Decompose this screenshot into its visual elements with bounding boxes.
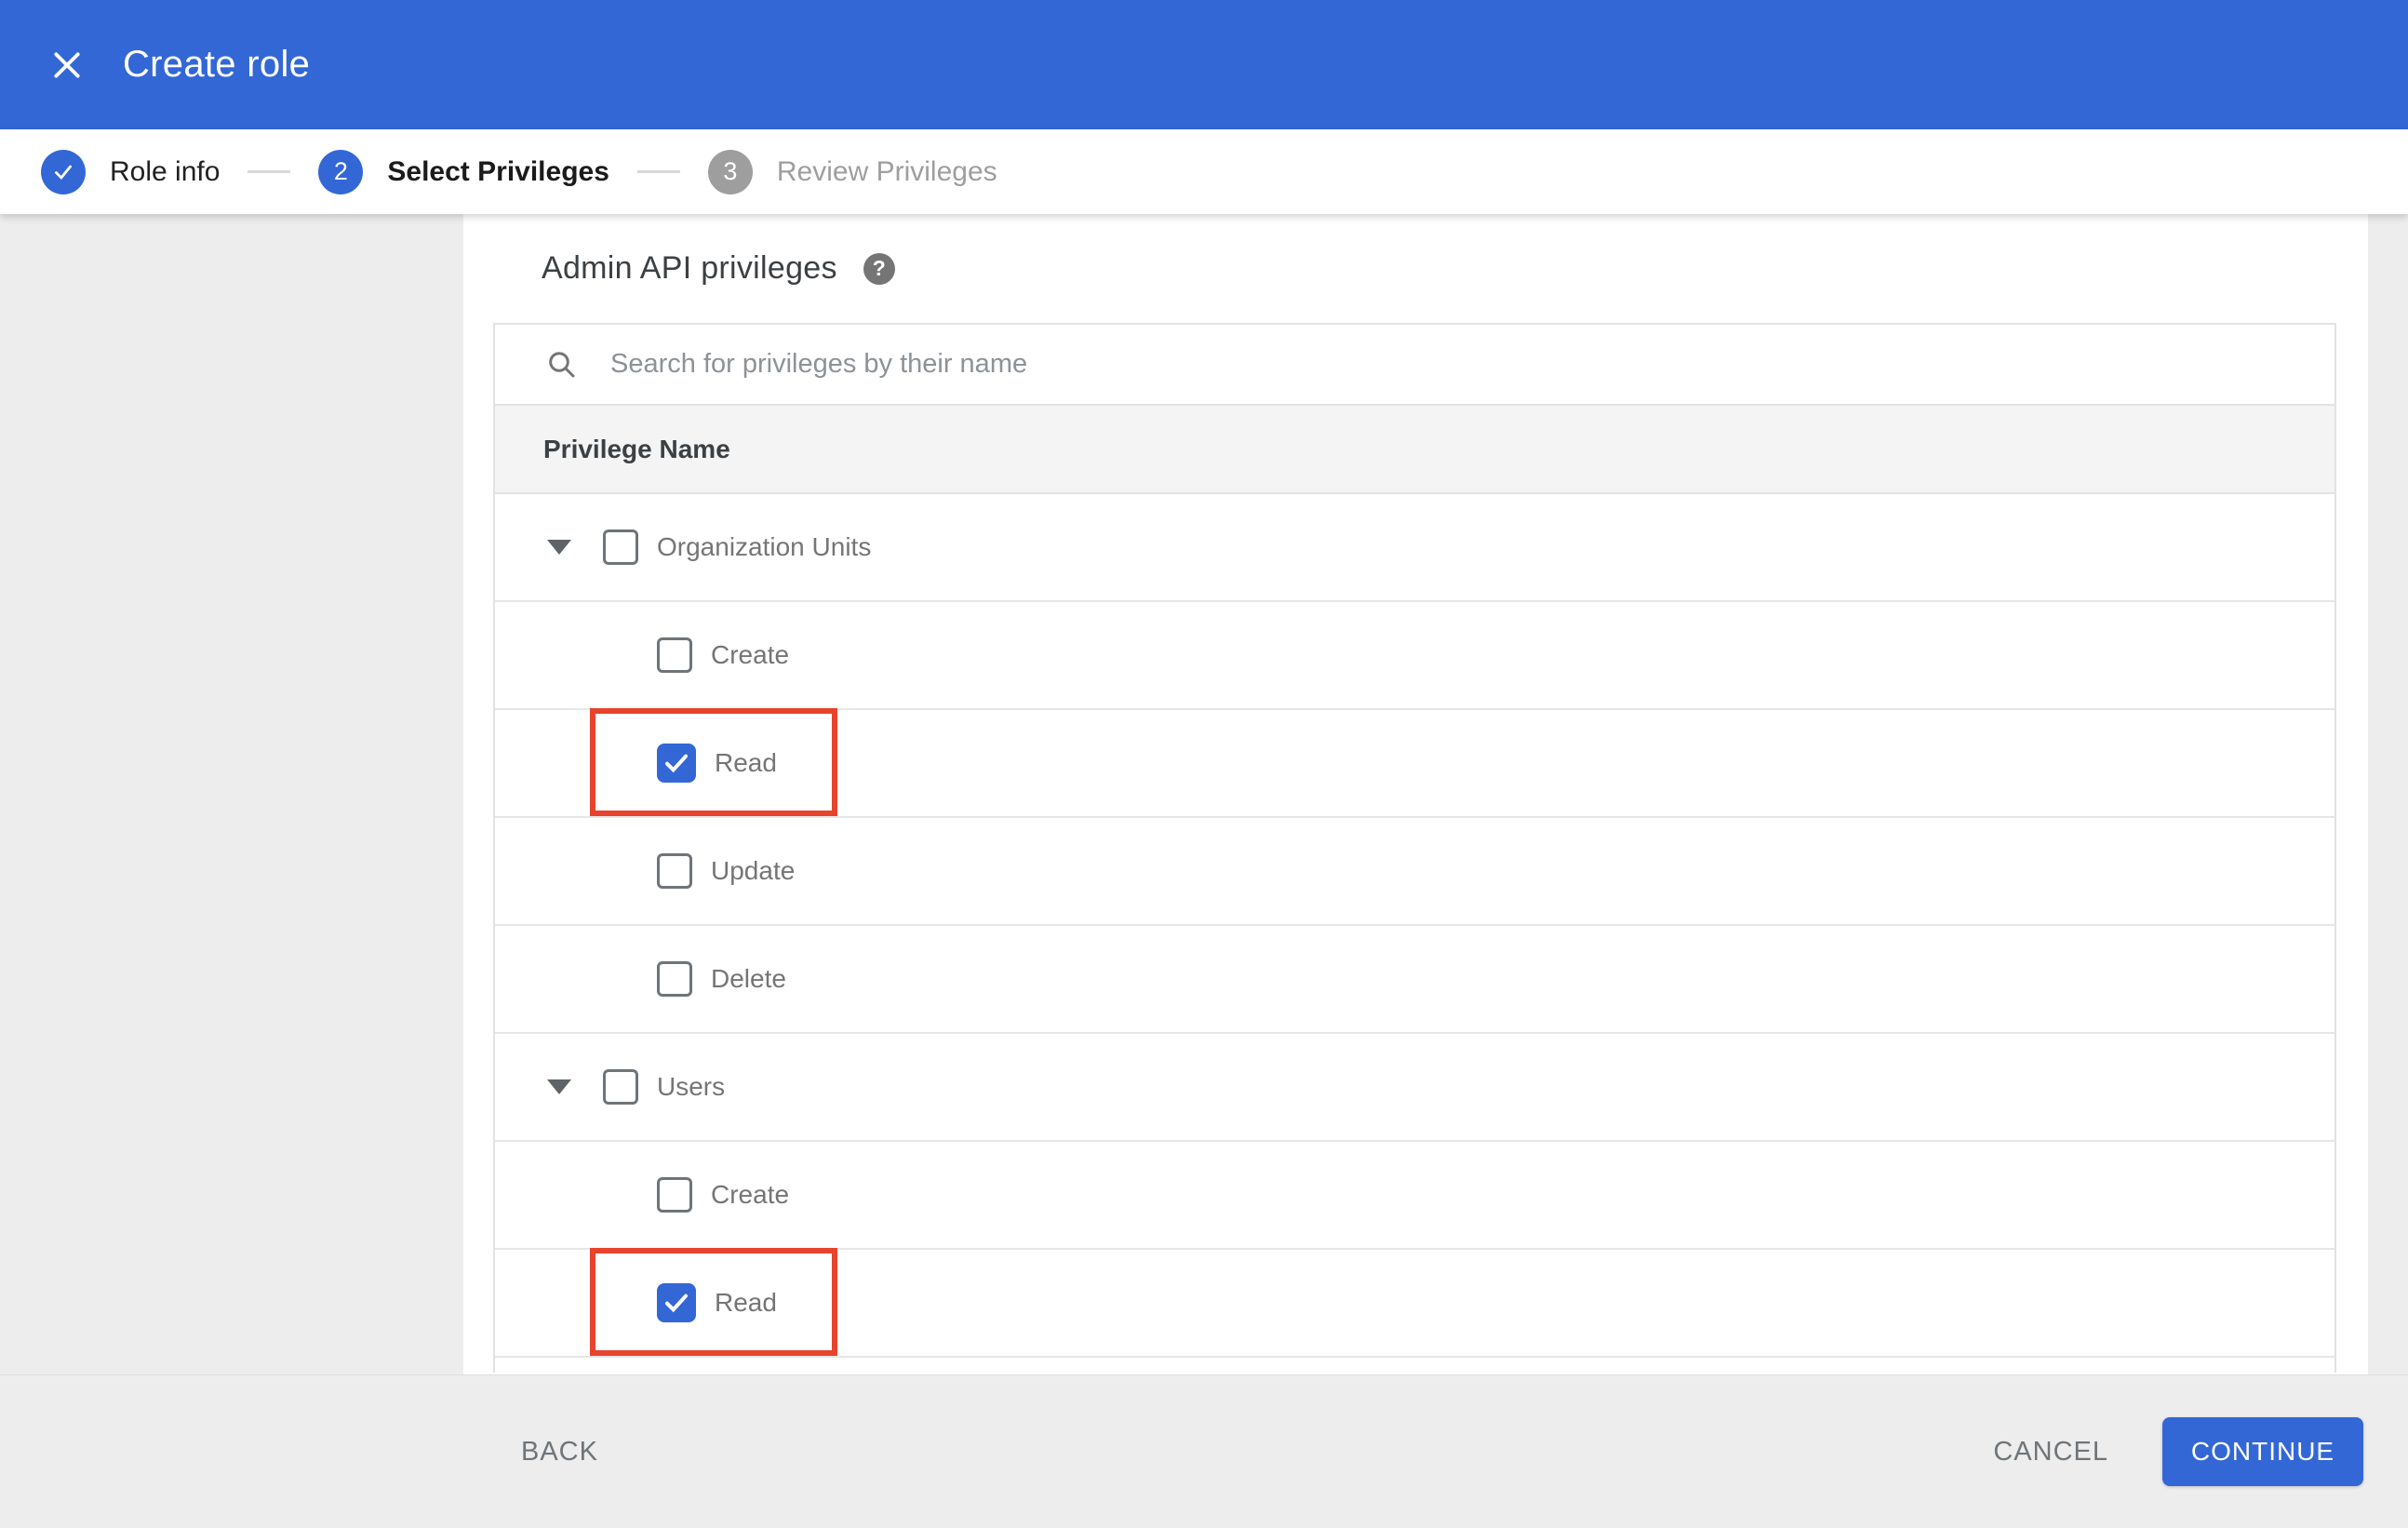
search-icon	[549, 351, 575, 377]
privilege-label: Create	[711, 640, 790, 669]
collapse-arrow-icon[interactable]	[547, 1079, 571, 1094]
search-row	[495, 325, 2334, 404]
privilege-label: Organization Units	[657, 532, 872, 561]
app-bar: Create role	[0, 0, 2408, 129]
checkbox-unchecked[interactable]	[657, 961, 692, 997]
privilege-rows: Organization Units Create Read Update Delete…	[495, 494, 2334, 1358]
checkbox-checked[interactable]	[657, 1283, 696, 1322]
step-number-badge: 3	[707, 149, 753, 194]
checkbox-unchecked[interactable]	[603, 1069, 638, 1105]
privileges-panel: Admin API privileges ? Privilege Name Or…	[463, 214, 2368, 1374]
step-label: Select Privileges	[387, 155, 609, 187]
privileges-table: Privilege Name Organization Units Create R…	[493, 323, 2336, 1373]
step-label: Review Privileges	[776, 155, 997, 187]
privilege-row: Create	[495, 602, 2334, 710]
privilege-label: Read	[715, 748, 777, 777]
privilege-label: Users	[657, 1072, 726, 1101]
privilege-row: Create	[495, 1142, 2334, 1250]
table-header: Privilege Name	[495, 404, 2334, 494]
clipped-row	[495, 1358, 2334, 1373]
section-title: Admin API privileges	[542, 250, 837, 286]
privilege-label: Update	[711, 856, 796, 885]
help-icon[interactable]: ?	[863, 252, 895, 285]
stepper: Role info 2 Select Privileges 3 Review P…	[0, 129, 2408, 214]
privilege-label: Delete	[711, 964, 786, 993]
continue-button[interactable]: CONTINUE	[2162, 1417, 2363, 1486]
privilege-row: Organization Units	[495, 494, 2334, 602]
step-select-privileges[interactable]: 2 Select Privileges	[318, 149, 609, 194]
step-number-badge: 2	[318, 149, 364, 194]
footer-bar: BACK CANCEL CONTINUE	[0, 1374, 2408, 1528]
privilege-label: Create	[711, 1180, 790, 1209]
privilege-row: Update	[495, 818, 2334, 926]
section-heading-row: Admin API privileges ?	[463, 214, 2368, 323]
privilege-row: Read	[495, 708, 2334, 818]
footer-actions: CANCEL CONTINUE	[1993, 1417, 2363, 1486]
dialog-title: Create role	[123, 44, 311, 85]
step-connector	[247, 170, 291, 173]
privilege-row: Users	[495, 1034, 2334, 1142]
checkbox-checked[interactable]	[657, 744, 696, 783]
privilege-row: Read	[495, 1248, 2334, 1358]
page-background: Admin API privileges ? Privilege Name Or…	[0, 214, 2408, 1374]
table-header-label: Privilege Name	[543, 434, 730, 463]
checkbox-unchecked[interactable]	[657, 1177, 692, 1213]
step-completed-check-icon	[41, 149, 86, 194]
privilege-row: Delete	[495, 926, 2334, 1034]
back-button[interactable]: BACK	[521, 1437, 598, 1468]
checkbox-unchecked[interactable]	[657, 637, 692, 673]
step-review-privileges[interactable]: 3 Review Privileges	[707, 149, 997, 194]
highlight-annotation-box	[590, 1248, 837, 1356]
collapse-arrow-icon[interactable]	[547, 540, 571, 555]
cancel-button[interactable]: CANCEL	[1993, 1437, 2108, 1468]
highlight-annotation-box	[590, 708, 837, 816]
privilege-label: Read	[715, 1288, 777, 1317]
close-icon[interactable]	[47, 45, 87, 86]
step-role-info[interactable]: Role info	[41, 149, 221, 194]
step-connector	[636, 170, 680, 173]
search-input[interactable]	[609, 348, 1725, 381]
checkbox-unchecked[interactable]	[603, 529, 638, 565]
checkbox-unchecked[interactable]	[657, 853, 692, 889]
step-label: Role info	[110, 155, 221, 187]
